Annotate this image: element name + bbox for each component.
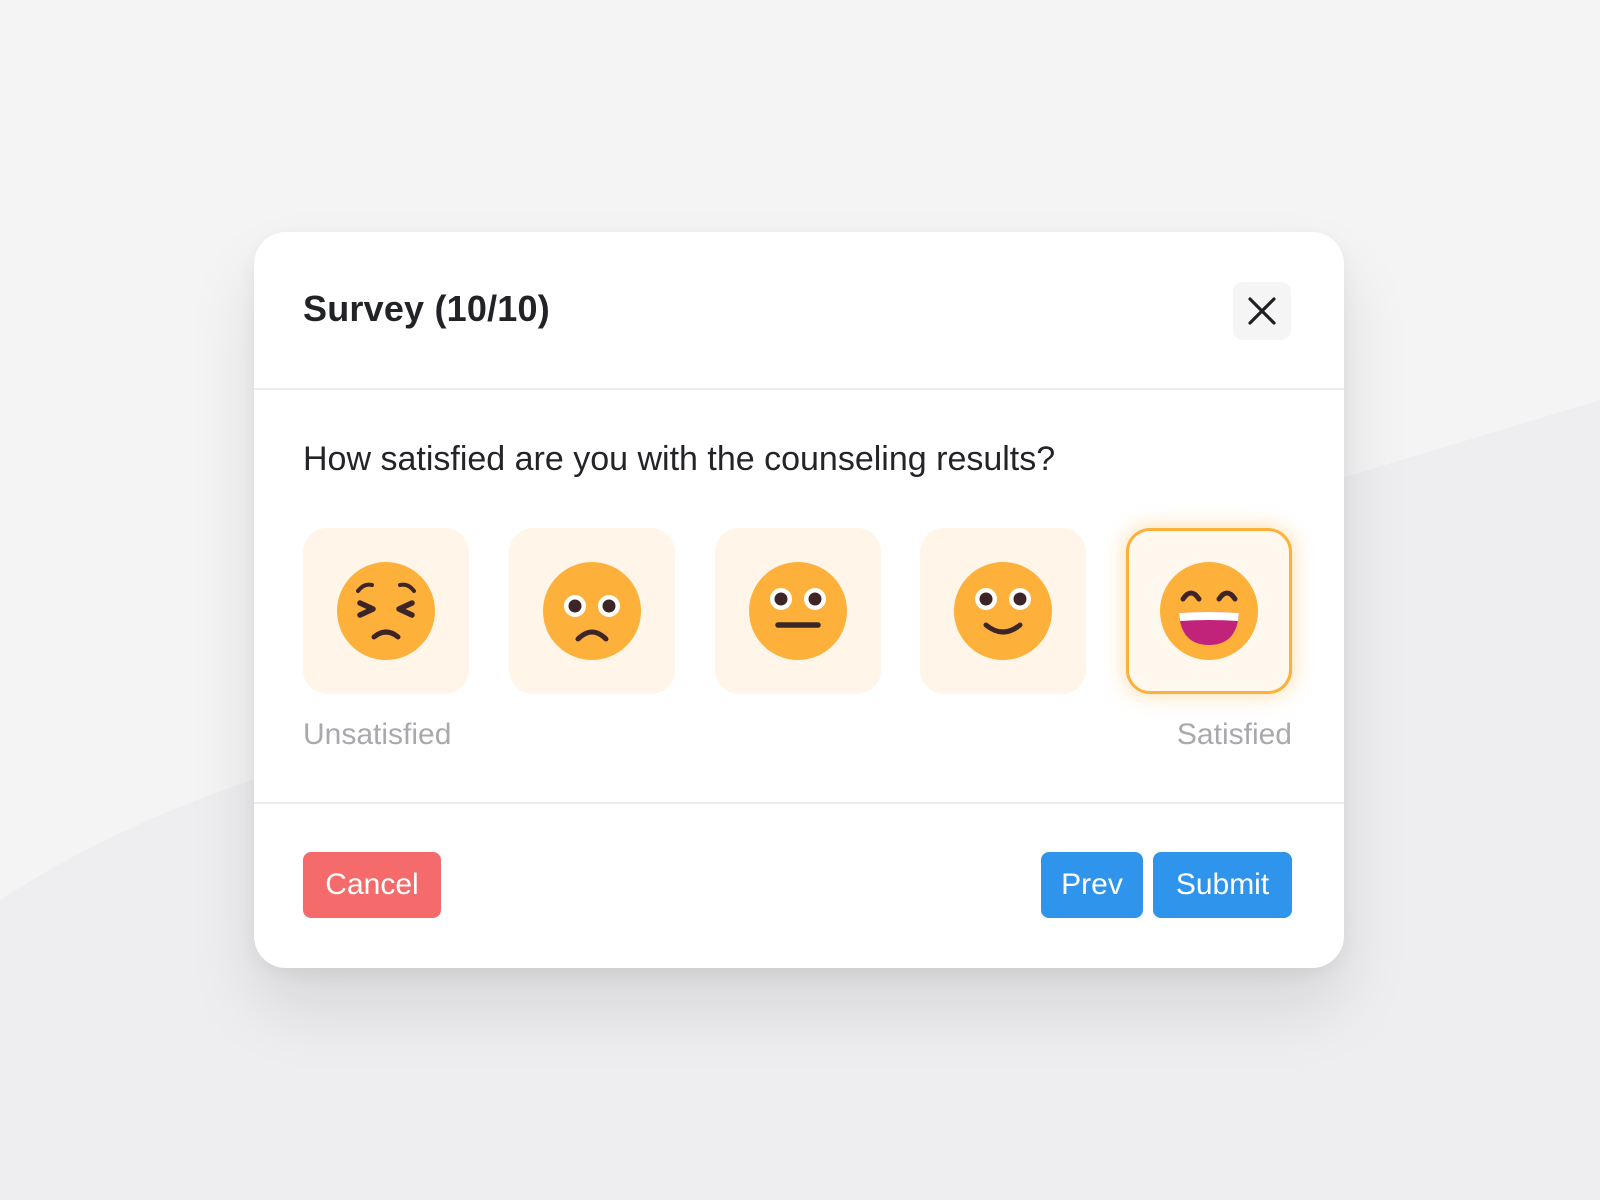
close-icon [1248, 297, 1276, 325]
modal-header: Survey (10/10) [254, 232, 1344, 390]
rating-option-1[interactable] [303, 528, 469, 694]
frowning-face-icon [543, 562, 641, 660]
rating-option-3[interactable] [715, 528, 881, 694]
modal-footer: Cancel Prev Submit [254, 804, 1344, 968]
rating-option-5[interactable] [1126, 528, 1292, 694]
question-text: How satisfied are you with the counselin… [303, 440, 1056, 478]
close-button[interactable] [1233, 282, 1291, 340]
neutral-face-icon [749, 562, 847, 660]
scale-min-label: Unsatisfied [303, 718, 452, 751]
modal-title: Survey (10/10) [303, 288, 550, 329]
rating-option-2[interactable] [509, 528, 675, 694]
rating-scale [303, 528, 1293, 696]
submit-button[interactable]: Submit [1153, 852, 1292, 918]
modal-body: How satisfied are you with the counselin… [254, 390, 1344, 804]
rating-option-4[interactable] [920, 528, 1086, 694]
grinning-face-icon [1160, 562, 1258, 660]
survey-modal: Survey (10/10) How satisfied are you wit… [254, 232, 1344, 968]
prev-button[interactable]: Prev [1041, 852, 1143, 918]
cancel-button[interactable]: Cancel [303, 852, 441, 918]
scale-max-label: Satisfied [1176, 718, 1292, 751]
persevering-face-icon [337, 562, 435, 660]
slightly-smiling-face-icon [954, 562, 1052, 660]
